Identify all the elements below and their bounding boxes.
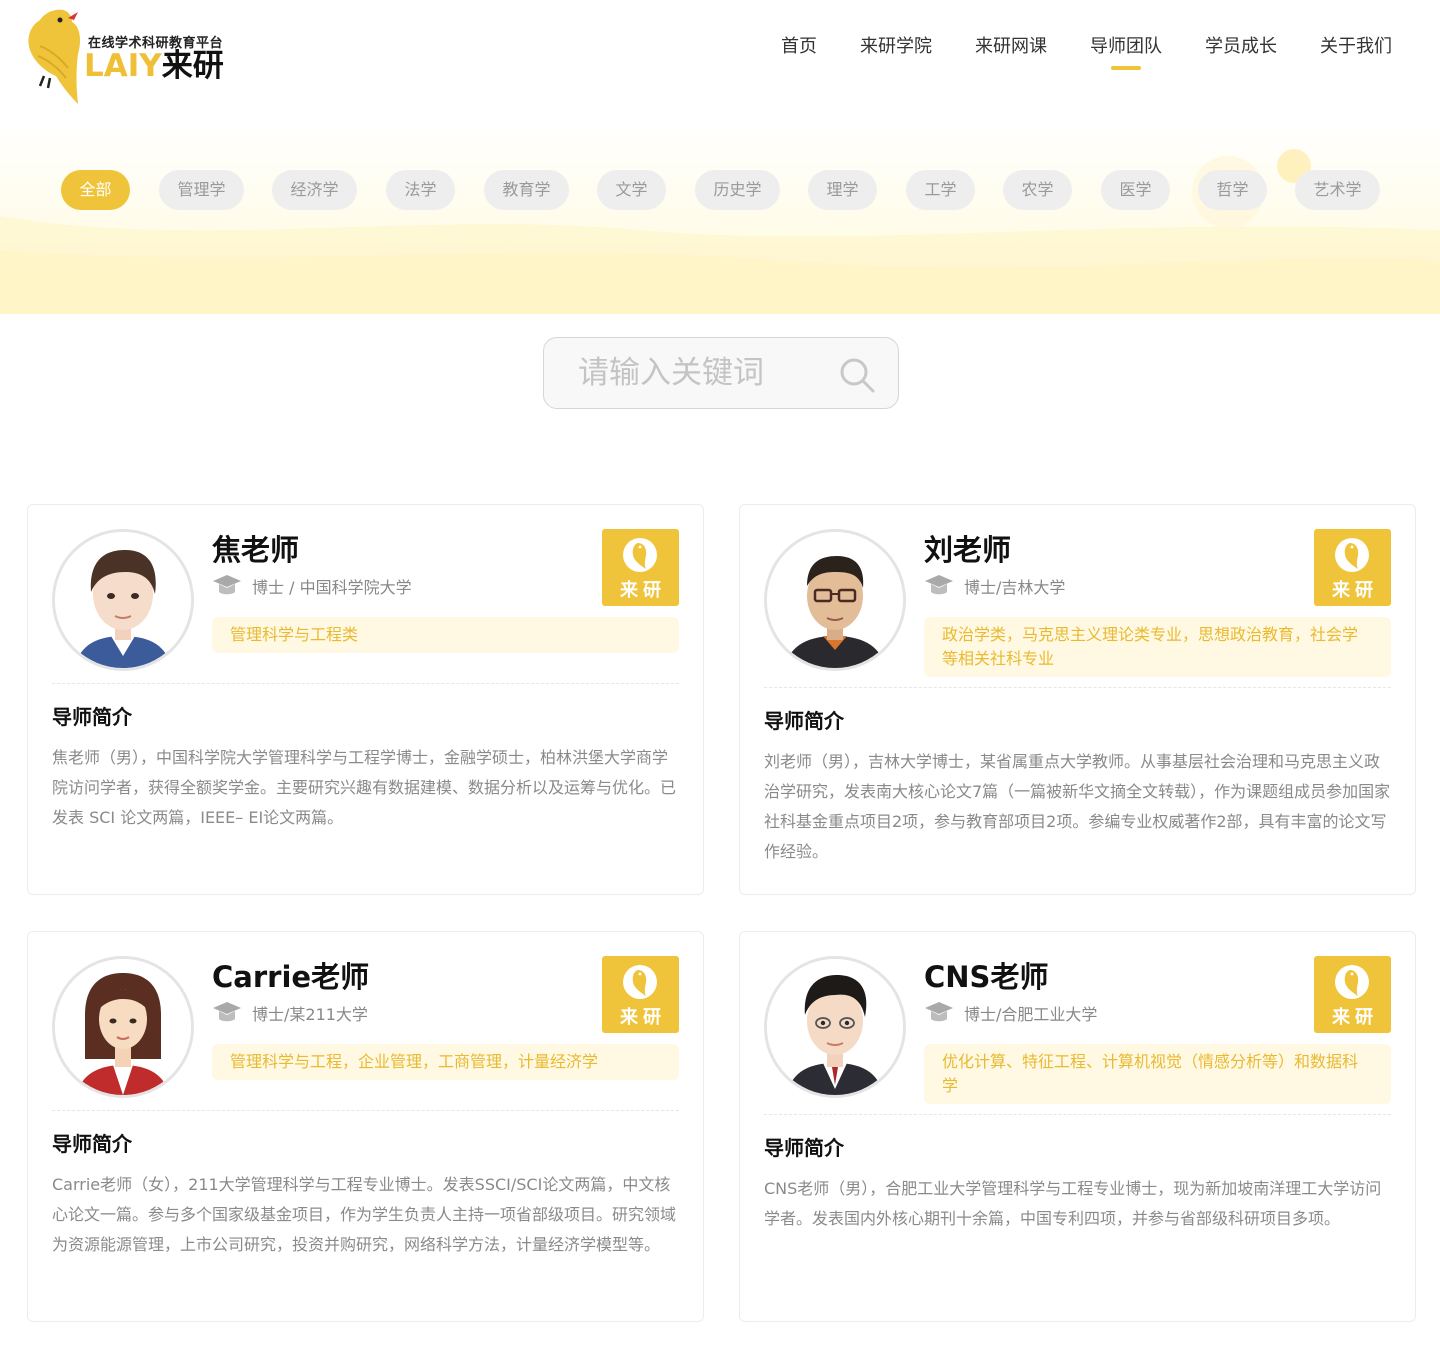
category-engineering[interactable]: 工学 [906, 170, 975, 210]
nav-academy[interactable]: 来研学院 [860, 32, 932, 70]
teacher-degree-text: 博士/吉林大学 [964, 578, 1066, 597]
graduation-cap-icon [213, 575, 241, 595]
laiyan-badge: 来研 [602, 529, 679, 606]
category-history[interactable]: 历史学 [695, 170, 780, 210]
section-title: 导师简介 [52, 705, 132, 729]
teacher-intro: 焦老师（男），中国科学院大学管理科学与工程学博士，金融学硕士，柏林洪堡大学商学院… [52, 748, 677, 827]
laiyan-badge: 来研 [1314, 529, 1391, 606]
avatar [52, 956, 194, 1098]
avatar [764, 956, 906, 1098]
category-philosophy[interactable]: 哲学 [1198, 170, 1267, 210]
teacher-name: 焦老师 [212, 533, 300, 567]
badge-text: 来研 [620, 1007, 666, 1028]
teacher-card-carrie[interactable]: Carrie老师 博士/某211大学 管理科学与工程，企业管理，工商管理，计量经… [27, 931, 704, 1322]
avatar [52, 529, 194, 671]
teacher-card-cns[interactable]: CNS老师 博士/合肥工业大学 优化计算、特征工程、计算机视觉（情感分析等）和数… [739, 931, 1416, 1322]
logo-brand-cn: 来研 [161, 48, 224, 84]
divider [764, 687, 1391, 688]
category-filter-bar: 全部 管理学 经济学 法学 教育学 文学 历史学 理学 工学 农学 医学 哲学 … [0, 170, 1440, 210]
teacher-name: Carrie老师 [212, 960, 370, 994]
teacher-degree-text: 博士 / 中国科学院大学 [252, 578, 412, 597]
category-education[interactable]: 教育学 [484, 170, 569, 210]
teacher-degree: 博士 / 中国科学院大学 [212, 573, 412, 599]
teacher-fields: 政治学类，马克思主义理论类专业，思想政治教育，社会学等相关社科专业 [924, 617, 1391, 677]
section-title: 导师简介 [764, 709, 844, 733]
divider [764, 1114, 1391, 1115]
laiyan-badge: 来研 [1314, 956, 1391, 1033]
category-literature[interactable]: 文学 [597, 170, 666, 210]
teacher-degree: 博士/吉林大学 [924, 573, 1065, 599]
category-science[interactable]: 理学 [808, 170, 877, 210]
category-band [0, 120, 1440, 314]
search-icon[interactable] [838, 356, 876, 394]
badge-text: 来研 [620, 580, 666, 601]
teacher-degree: 博士/合肥工业大学 [924, 1000, 1097, 1026]
teacher-degree-text: 博士/某211大学 [252, 1005, 368, 1024]
teacher-intro: Carrie老师（女），211大学管理科学与工程专业博士。发表SSCI/SCI论… [52, 1175, 677, 1254]
teacher-intro: CNS老师（男），合肥工业大学管理科学与工程专业博士，现为新加坡南洋理工大学访问… [764, 1179, 1382, 1228]
category-medicine[interactable]: 医学 [1101, 170, 1170, 210]
section-title: 导师简介 [52, 1132, 132, 1156]
badge-text: 来研 [1332, 580, 1378, 601]
logo-brand-latin: LAIY [84, 48, 162, 84]
nav-online-courses[interactable]: 来研网课 [975, 32, 1047, 70]
teacher-fields: 优化计算、特征工程、计算机视觉（情感分析等）和数据科学 [924, 1044, 1391, 1104]
divider [52, 1110, 679, 1111]
teacher-card-liu[interactable]: 刘老师 博士/吉林大学 政治学类，马克思主义理论类专业，思想政治教育，社会学等相… [739, 504, 1416, 895]
bird-logo-icon [28, 9, 80, 104]
bird-logo-icon [623, 538, 657, 572]
graduation-cap-icon [213, 1002, 241, 1022]
category-management[interactable]: 管理学 [159, 170, 244, 210]
category-all[interactable]: 全部 [61, 170, 130, 210]
band-background [0, 149, 1440, 314]
teacher-degree: 博士/某211大学 [212, 1000, 368, 1026]
teacher-fields: 管理科学与工程，企业管理，工商管理，计量经济学 [212, 1044, 679, 1080]
laiyan-badge: 来研 [602, 956, 679, 1033]
nav-home[interactable]: 首页 [781, 32, 817, 70]
header: 在线学术科研教育平台 LAIY来研 首页 来研学院 来研网课 导师团队 学员成长… [0, 0, 1440, 120]
search-box [543, 337, 899, 409]
bird-logo-icon [1335, 965, 1369, 999]
graduation-cap-icon [925, 575, 953, 595]
avatar [764, 529, 906, 671]
teacher-card-jiao[interactable]: 焦老师 博士 / 中国科学院大学 管理科学与工程类 来研 导师简介 焦老师（男）… [27, 504, 704, 895]
graduation-cap-icon [925, 1002, 953, 1022]
category-law[interactable]: 法学 [386, 170, 455, 210]
teacher-name: CNS老师 [924, 960, 1049, 994]
site-logo[interactable]: 在线学术科研教育平台 LAIY来研 [26, 6, 246, 106]
category-art[interactable]: 艺术学 [1295, 170, 1380, 210]
logo-brand: LAIY来研 [84, 48, 224, 84]
category-agriculture[interactable]: 农学 [1003, 170, 1072, 210]
section-title: 导师简介 [764, 1136, 844, 1160]
bird-logo-icon [623, 965, 657, 999]
search-input[interactable] [578, 350, 828, 396]
teacher-name: 刘老师 [924, 533, 1012, 567]
teacher-intro: 刘老师（男），吉林大学博士，某省属重点大学教师。从事基层社会治理和马克思主义政治… [764, 752, 1391, 861]
nav-about-us[interactable]: 关于我们 [1320, 32, 1392, 70]
teacher-fields: 管理科学与工程类 [212, 617, 679, 653]
nav-mentor-team[interactable]: 导师团队 [1090, 32, 1162, 70]
category-economics[interactable]: 经济学 [272, 170, 357, 210]
badge-text: 来研 [1332, 1007, 1378, 1028]
main-nav: 首页 来研学院 来研网课 导师团队 学员成长 关于我们 [738, 32, 1392, 70]
nav-student-growth[interactable]: 学员成长 [1205, 32, 1277, 70]
divider [52, 683, 679, 684]
bird-logo-icon [1335, 538, 1369, 572]
teacher-degree-text: 博士/合肥工业大学 [964, 1005, 1098, 1024]
